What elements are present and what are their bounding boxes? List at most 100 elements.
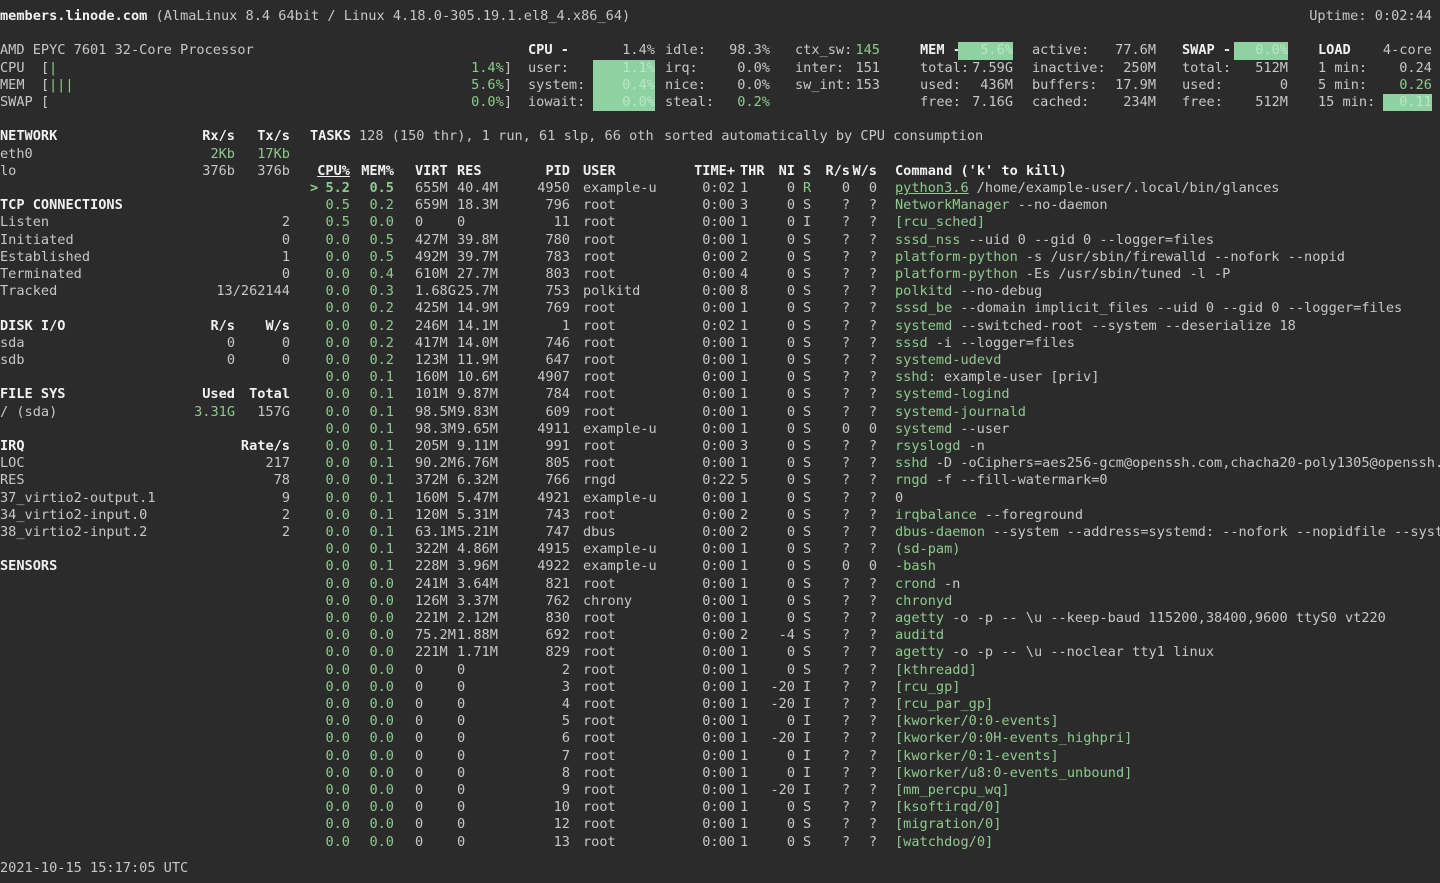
process-command-args: -Es /usr/sbin/tuned -l -P: [1018, 266, 1231, 282]
process-cell-pid: 8: [512, 765, 570, 782]
process-command-args: -D -oCiphers=aes256-gcm@openssh.com,chac…: [928, 455, 1440, 471]
stat-value-cell-mem-mem: 5.6%: [958, 42, 1013, 59]
process-cell-pid: 2: [512, 662, 570, 679]
sidebar-value2-lo: 376b: [0, 163, 290, 180]
line-11: TCP CONNECTIONS0.50.2659M18.3M796root0:0…: [0, 197, 1440, 214]
line-41: 0.00.0005root0:0010I??[kworker/0:0-event…: [0, 713, 1440, 730]
process-cell-cmd: [ksoftirqd/0]: [895, 799, 1440, 816]
process-cell-ni: 0: [765, 421, 795, 438]
process-command-name: platform-python: [895, 266, 1018, 282]
process-cell-ni: -20: [765, 696, 795, 713]
process-cell-status: S: [803, 644, 817, 661]
process-cell-cpu: 0.0: [310, 369, 350, 386]
process-cell-ni: 0: [765, 713, 795, 730]
stat-value-cell-mem-extra-cached: 234M: [1086, 94, 1156, 111]
process-command-name: systemd-udevd: [895, 352, 1001, 368]
process-cell-ni: 0: [765, 541, 795, 558]
sidebar-colhead-total: Total: [0, 386, 290, 403]
process-cell-mem: 0.0: [354, 834, 394, 851]
process-cell-ws: ?: [852, 300, 877, 317]
process-command-args: -o -p -- \u --noclear tty1 linux: [944, 644, 1214, 660]
process-cell-cmd: python3.6/home/example-user/.local/bin/g…: [895, 180, 1440, 197]
process-cell-ni: 0: [765, 300, 795, 317]
process-cell-pid: 3: [512, 679, 570, 696]
process-command-name: [watchdog/0]: [895, 834, 993, 850]
process-cell-ni: 0: [765, 490, 795, 507]
process-command-args: --no-daemon: [1010, 197, 1108, 213]
stat-value-cell-swap-free: 512M: [1232, 94, 1288, 111]
process-cell-cmd: [kworker/0:0-events]: [895, 713, 1440, 730]
line-29: 34_virtio2-input.020.00.1120M5.31M743roo…: [0, 507, 1440, 524]
process-command-args: -i --logger=files: [928, 335, 1075, 351]
process-cell-res: 27.7M: [457, 266, 512, 283]
line-8: eth02Kb17Kb: [0, 146, 1440, 163]
process-cell-ni: 0: [765, 524, 795, 541]
process-cell-ws: ?: [852, 679, 877, 696]
process-header-user: USER: [583, 163, 683, 180]
process-cell-ni: 0: [765, 610, 795, 627]
process-cell-cpu: 0.0: [310, 834, 350, 851]
process-command-name: [kworker/0:0H-events_highpri]: [895, 730, 1132, 746]
line-46: 0.00.00010root0:0010S??[ksoftirqd/0]: [0, 799, 1440, 816]
process-cell-cpu: 0.0: [310, 576, 350, 593]
process-cell-time: 0:00: [690, 816, 735, 833]
process-command-name: python3.6: [895, 180, 969, 196]
process-cell-res: 0: [457, 696, 512, 713]
process-cell-res: 9.65M: [457, 421, 512, 438]
process-cell-ni: 0: [765, 232, 795, 249]
process-cell-mem: 0.0: [354, 593, 394, 610]
process-cell-cmd: sshd:example-user [priv]: [895, 369, 1440, 386]
process-cell-ni: 0: [765, 197, 795, 214]
line-34: 0.00.0126M3.37M762chrony0:0010S??chronyd: [0, 593, 1440, 610]
process-cell-cmd: crond-n: [895, 576, 1440, 593]
stat-value-cell-cpu-extra-idle: 98.3%: [695, 42, 770, 59]
process-cell-user: root: [583, 662, 683, 679]
process-cell-cpu: 0.0: [310, 748, 350, 765]
process-cell-cmd: -bash: [895, 558, 1440, 575]
process-cell-ni: 0: [765, 318, 795, 335]
line-24: 0.00.198.3M9.65M4911example-u0:0010S00sy…: [0, 421, 1440, 438]
process-cell-pid: 4907: [512, 369, 570, 386]
process-cell-time: 0:00: [690, 627, 735, 644]
process-cell-mem: 0.1: [354, 490, 394, 507]
process-cell-cpu: 0.0: [310, 421, 350, 438]
stat-value-load-15-min: 0.11: [1383, 94, 1432, 111]
line-23: / (sda)3.31G157G0.00.198.5M9.83M609root0…: [0, 404, 1440, 421]
stat-value-mem-used: 436M: [980, 77, 1013, 93]
process-cell-time: 0:00: [690, 748, 735, 765]
process-cell-rs: ?: [820, 576, 850, 593]
process-cell-cmd: irqbalance--foreground: [895, 507, 1440, 524]
process-cell-rs: ?: [820, 318, 850, 335]
process-cell-rs: ?: [820, 730, 850, 747]
line-30: 38_virtio2-input.220.00.163.1M5.21M747db…: [0, 524, 1440, 541]
process-cell-time: 0:00: [690, 834, 735, 851]
process-header-rs: R/s: [820, 163, 850, 180]
process-cell-cmd: [rcu_sched]: [895, 214, 1440, 231]
process-cell-cpu: 0.0: [310, 593, 350, 610]
stat-value-cpu-system: 0.4%: [593, 77, 655, 94]
process-cell-pid: 783: [512, 249, 570, 266]
process-cell-status: S: [803, 558, 817, 575]
process-cell-time: 0:00: [690, 730, 735, 747]
gauge-bar-mem: |||: [49, 77, 379, 94]
process-cell-ws: ?: [852, 232, 877, 249]
process-cell-ws: ?: [852, 576, 877, 593]
process-command-name: (sd-pam): [895, 541, 960, 557]
stat-value-cell-mem-used: 436M: [958, 77, 1013, 94]
gauge-name-swap: SWAP: [0, 94, 40, 111]
process-cell-cmd: polkitd--no-debug: [895, 283, 1440, 300]
process-cell-cmd: auditd: [895, 627, 1440, 644]
stat-value-cell-swap-used: 0: [1232, 77, 1288, 94]
process-cell-rs: ?: [820, 438, 850, 455]
line-16: Tracked13/2621440.00.31.68G25.7M753polki…: [0, 283, 1440, 300]
process-cell-status: I: [803, 696, 817, 713]
process-command-args: --system --address=systemd: --nofork --n…: [985, 524, 1440, 540]
process-cell-res: 5.47M: [457, 490, 512, 507]
process-cell-cmd: (sd-pam): [895, 541, 1440, 558]
process-cell-res: 6.32M: [457, 472, 512, 489]
uptime-value: 0:02:44: [1375, 8, 1432, 24]
stat-value-cell-cpu-iowait: 0.0%: [585, 94, 655, 111]
process-cell-rs: ?: [820, 266, 850, 283]
process-header-pid: PID: [512, 163, 570, 180]
line-19: sda000.00.2417M14.0M746root0:0010S??sssd…: [0, 335, 1440, 352]
